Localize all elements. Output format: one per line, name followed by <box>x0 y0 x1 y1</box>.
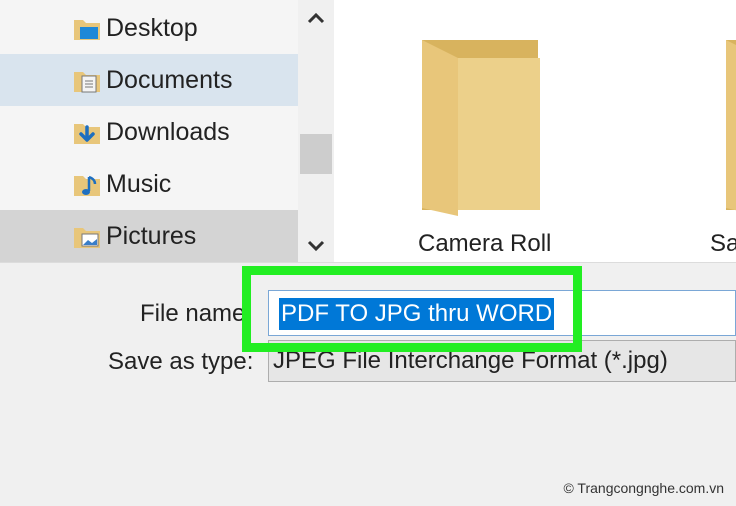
folder-icon <box>726 40 736 211</box>
filename-selected-text[interactable]: PDF TO JPG thru WORD <box>279 298 555 330</box>
filename-label: File name <box>140 300 246 327</box>
nav-item-label: Music <box>106 170 172 198</box>
nav-scrollbar[interactable] <box>298 0 334 262</box>
downloads-folder-icon <box>74 124 100 144</box>
savetype-value: JPEG File Interchange Format (*.jpg) <box>273 347 668 374</box>
divider <box>0 262 736 263</box>
folder-icon <box>422 40 540 216</box>
nav-item-label: Pictures <box>106 222 197 250</box>
files-pane: Camera Roll Sa <box>334 0 736 262</box>
folder-label: Sa <box>710 230 736 257</box>
nav-item-downloads[interactable]: Downloads <box>0 106 298 158</box>
chevron-up-icon[interactable] <box>304 8 328 28</box>
documents-folder-icon <box>74 72 100 93</box>
nav-item-documents[interactable]: Documents <box>0 54 298 106</box>
nav-item-pictures[interactable]: Pictures <box>0 210 298 262</box>
watermark-text: © Trangcongnghe.com.vn <box>563 480 724 496</box>
nav-item-label: Downloads <box>106 118 230 146</box>
desktop-folder-icon <box>74 20 100 40</box>
savetype-label: Save as type: <box>108 348 254 375</box>
file-browser: Desktop Documents Downloads Music Pictur… <box>0 0 736 262</box>
filename-input[interactable]: PDF TO JPG thru WORD <box>268 290 736 336</box>
pictures-folder-icon <box>74 228 100 248</box>
nav-item-desktop[interactable]: Desktop <box>0 2 298 54</box>
navigation-pane: Desktop Documents Downloads Music Pictur… <box>0 0 298 262</box>
chevron-down-icon[interactable] <box>304 236 328 256</box>
nav-item-label: Desktop <box>106 14 198 42</box>
music-folder-icon <box>74 175 100 196</box>
folder-tile-partial[interactable]: Sa <box>708 40 736 260</box>
folder-tile-camera-roll[interactable]: Camera Roll <box>416 40 556 260</box>
nav-item-label: Documents <box>106 66 233 94</box>
scroll-thumb[interactable] <box>300 134 332 174</box>
nav-item-music[interactable]: Music <box>0 158 298 210</box>
savetype-select[interactable]: JPEG File Interchange Format (*.jpg) <box>268 340 736 382</box>
folder-label: Camera Roll <box>418 230 552 257</box>
